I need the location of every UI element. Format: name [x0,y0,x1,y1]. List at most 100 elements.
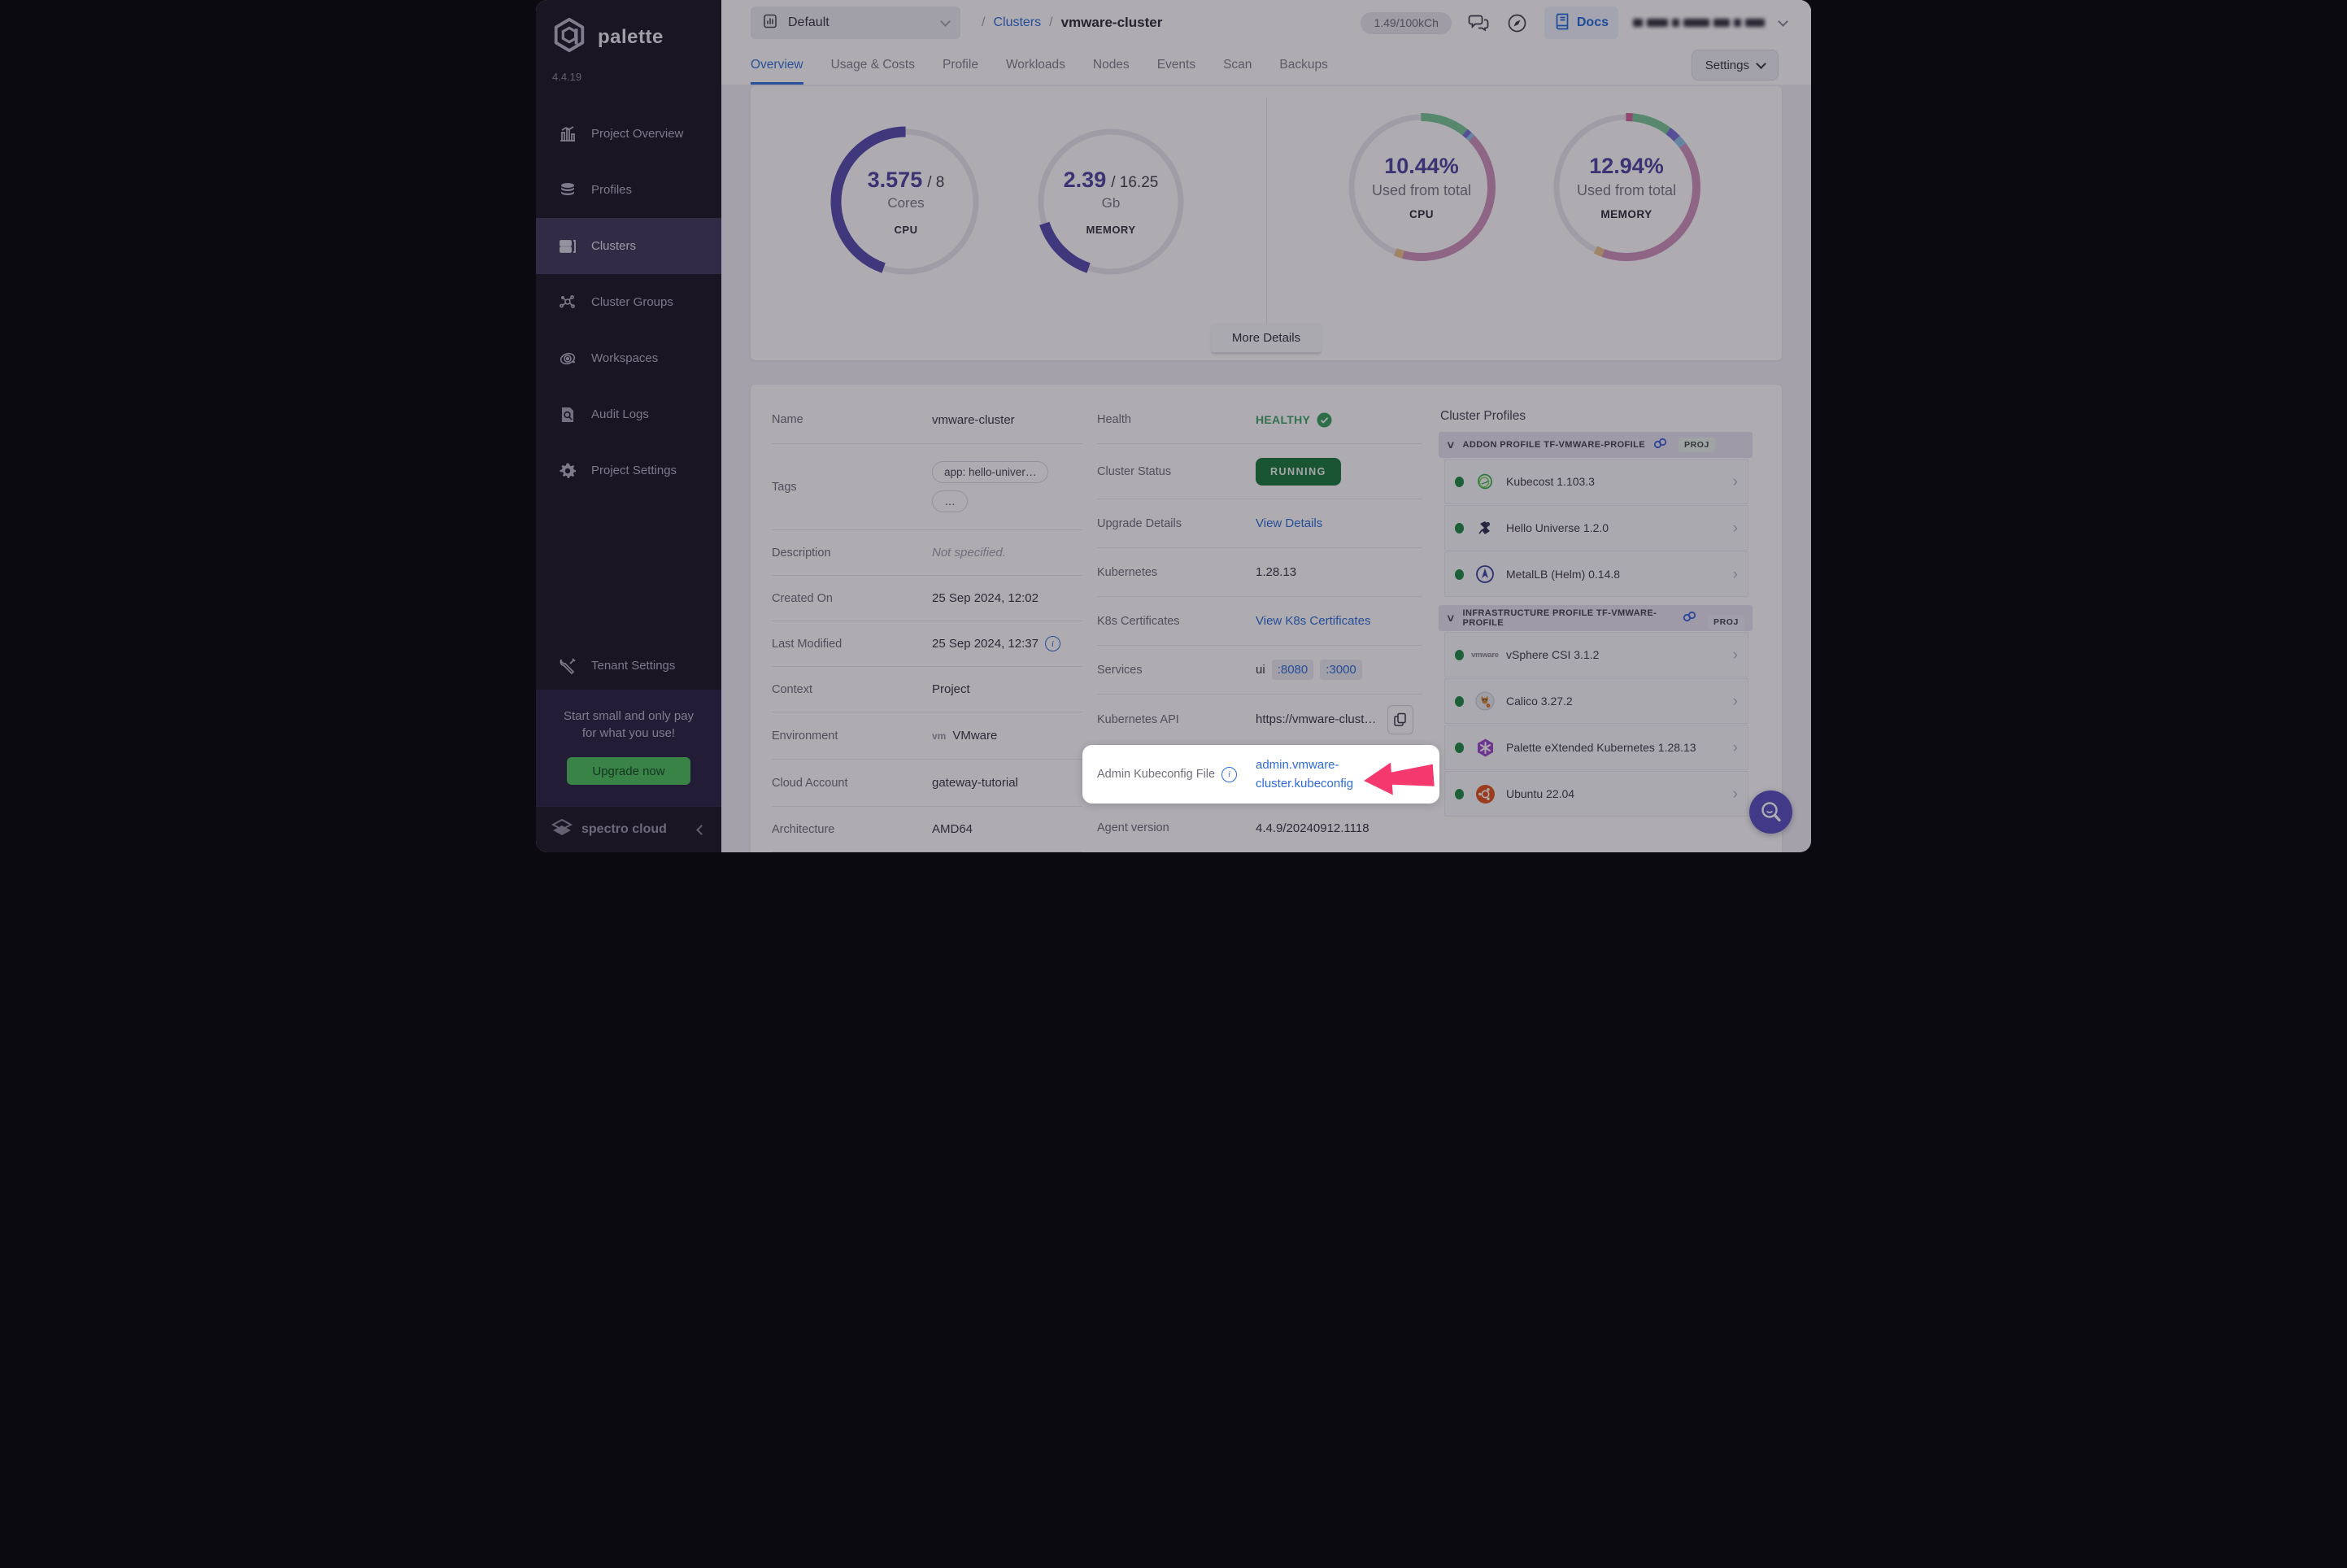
cloud-account-value: gateway-tutorial [932,776,1018,790]
view-k8s-certificates-link[interactable]: View K8s Certificates [1256,614,1370,628]
tab-profile[interactable]: Profile [943,46,978,85]
tab-backups[interactable]: Backups [1279,46,1327,85]
view-details-link[interactable]: View Details [1256,516,1322,530]
search-fab-button[interactable] [1749,791,1792,834]
promo-line-1: Start small and only pay [563,708,695,723]
info-icon[interactable]: i [1044,636,1060,651]
sidebar-item-tenant-settings[interactable]: Tenant Settings [536,642,721,690]
upgrade-now-button[interactable]: Upgrade now [567,757,690,785]
project-selector-dropdown[interactable]: Default [751,7,960,39]
user-account-redacted[interactable] [1633,19,1765,27]
description-value: Not specified. [932,546,1006,560]
profile-layer-name: Calico 3.27.2 [1506,695,1573,708]
chevron-down-icon: ∨ [1445,438,1456,451]
detail-label: Description [772,546,831,560]
chevron-right-icon: › [1732,473,1738,490]
context-value: Project [932,682,970,696]
book-icon [1554,12,1570,34]
status-dot-green [1455,695,1464,707]
docs-button[interactable]: Docs [1544,7,1618,39]
profile-group-name: ADDON PROFILE TF-VMWARE-PROFILE [1462,440,1645,450]
service-port-link-3000[interactable]: :3000 [1320,660,1362,680]
memory-usage-donut: 2.39/ 16.25 Gb MEMORY [1034,124,1188,279]
cpu-percent-value: 10.44% [1384,154,1459,178]
detail-label: Upgrade Details [1097,516,1182,530]
app-version: 4.4.19 [552,71,582,83]
service-port-link-8080[interactable]: :8080 [1271,660,1314,680]
sidebar-item-cluster-groups[interactable]: Cluster Groups [536,274,721,330]
tab-nodes[interactable]: Nodes [1093,46,1130,85]
cluster-tabs: Overview Usage & Costs Profile Workloads… [721,46,1811,85]
profile-layer-palette-extended-kubernetes[interactable]: Palette eXtended Kubernetes 1.28.13 › [1444,725,1748,770]
detail-label: Kubernetes API [1097,712,1179,726]
detail-row-architecture: Architecture AMD64 [772,807,1082,852]
sidebar-item-profiles[interactable]: Profiles [536,162,721,218]
more-details-button[interactable]: More Details [1211,324,1322,354]
infrastructure-profile-group-header[interactable]: ∨ INFRASTRUCTURE PROFILE TF-VMWARE-PROFI… [1439,605,1753,631]
profile-layer-hello-universe[interactable]: Hello Universe 1.2.0 › [1444,505,1748,551]
detail-label: Last Modified [772,637,843,651]
agent-version-value: 4.4.9/20240912.1118 [1256,821,1369,835]
sidebar-item-label: Clusters [591,239,637,253]
profile-layer-name: Palette eXtended Kubernetes 1.28.13 [1506,741,1696,754]
breadcrumb-link-clusters[interactable]: Clusters [993,15,1041,30]
tab-workloads[interactable]: Workloads [1006,46,1065,85]
tab-usage-costs[interactable]: Usage & Costs [831,46,915,85]
chat-icon[interactable] [1466,11,1491,35]
profile-layer-metallb[interactable]: MetalLB (Helm) 0.14.8 › [1444,551,1748,597]
brand-footer-label: spectro cloud [581,822,667,836]
addon-profile-group-header[interactable]: ∨ ADDON PROFILE TF-VMWARE-PROFILE PROJ [1439,432,1753,458]
profile-layer-name: Ubuntu 22.04 [1506,787,1575,800]
detail-label: Kubernetes [1097,565,1158,579]
link-icon [1653,438,1667,453]
detail-label: Context [772,682,812,696]
user-menu-chevron-icon[interactable] [1778,16,1788,27]
network-nodes-icon [559,294,577,311]
last-modified-value: 25 Sep 2024, 12:37 [932,637,1039,651]
sidebar-item-audit-logs[interactable]: Audit Logs [536,386,721,442]
cpu-donut-title: CPU [894,224,918,236]
profile-layer-calico[interactable]: Calico 3.27.2 › [1444,678,1748,724]
profile-layer-ubuntu[interactable]: Ubuntu 22.04 › [1444,771,1748,817]
tab-scan[interactable]: Scan [1223,46,1252,85]
profile-layer-kubecost[interactable]: Kubecost 1.103.3 › [1444,459,1748,504]
status-dot-green [1455,742,1464,753]
project-selector-value: Default [788,15,830,29]
ubuntu-icon [1474,783,1496,804]
profile-group-name: INFRASTRUCTURE PROFILE TF-VMWARE-PROFILE [1462,608,1657,628]
status-dot-green [1455,649,1464,660]
sidebar-item-label: Project Overview [591,127,684,141]
tab-events[interactable]: Events [1157,46,1195,85]
tag-overflow-pill[interactable]: … [932,490,968,512]
sidebar-item-clusters[interactable]: Clusters [536,218,721,274]
card-divider [1266,98,1267,349]
admin-kubeconfig-download-link[interactable]: admin.vmware-cluster.kubeconfig [1256,756,1353,794]
tools-icon [559,657,577,675]
magnifier-smile-icon [1761,801,1781,821]
sidebar-item-project-settings[interactable]: Project Settings [536,442,721,499]
settings-button[interactable]: Settings [1691,50,1779,81]
profile-layer-vsphere-csi[interactable]: vmware vSphere CSI 3.1.2 › [1444,632,1748,677]
detail-label: Name [772,413,803,426]
topbar: Default / Clusters / vmware-cluster 1.49… [721,0,1811,46]
detail-row-services: Services ui :8080 :3000 [1097,646,1422,695]
tab-overview[interactable]: Overview [751,46,803,85]
memory-used-value: 2.39 [1063,168,1107,192]
tag-pill[interactable]: app: hello-univer… [932,461,1049,483]
compass-icon[interactable] [1505,11,1530,35]
detail-label: Created On [772,591,833,605]
cpu-percent-sublabel: Used from total [1371,182,1472,198]
cluster-profiles-title: Cluster Profiles [1440,409,1526,423]
check-circle-icon [1317,412,1332,427]
collapse-sidebar-icon[interactable] [696,824,707,835]
sidebar-item-workspaces[interactable]: Workspaces [536,330,721,386]
copy-button[interactable] [1387,704,1414,734]
info-icon[interactable]: i [1221,766,1238,782]
gear-icon [559,462,577,480]
detail-row-last-modified: Last Modified 25 Sep 2024, 12:37 i [772,621,1082,667]
sidebar-item-project-overview[interactable]: Project Overview [536,106,721,162]
detail-label: K8s Certificates [1097,614,1180,628]
upgrade-promo-banner: Start small and only pay for what you us… [536,689,721,806]
detail-row-kubernetes-api: Kubernetes API https://vmware-clust… [1097,695,1422,745]
vmware-logo-icon: vm [932,730,947,742]
